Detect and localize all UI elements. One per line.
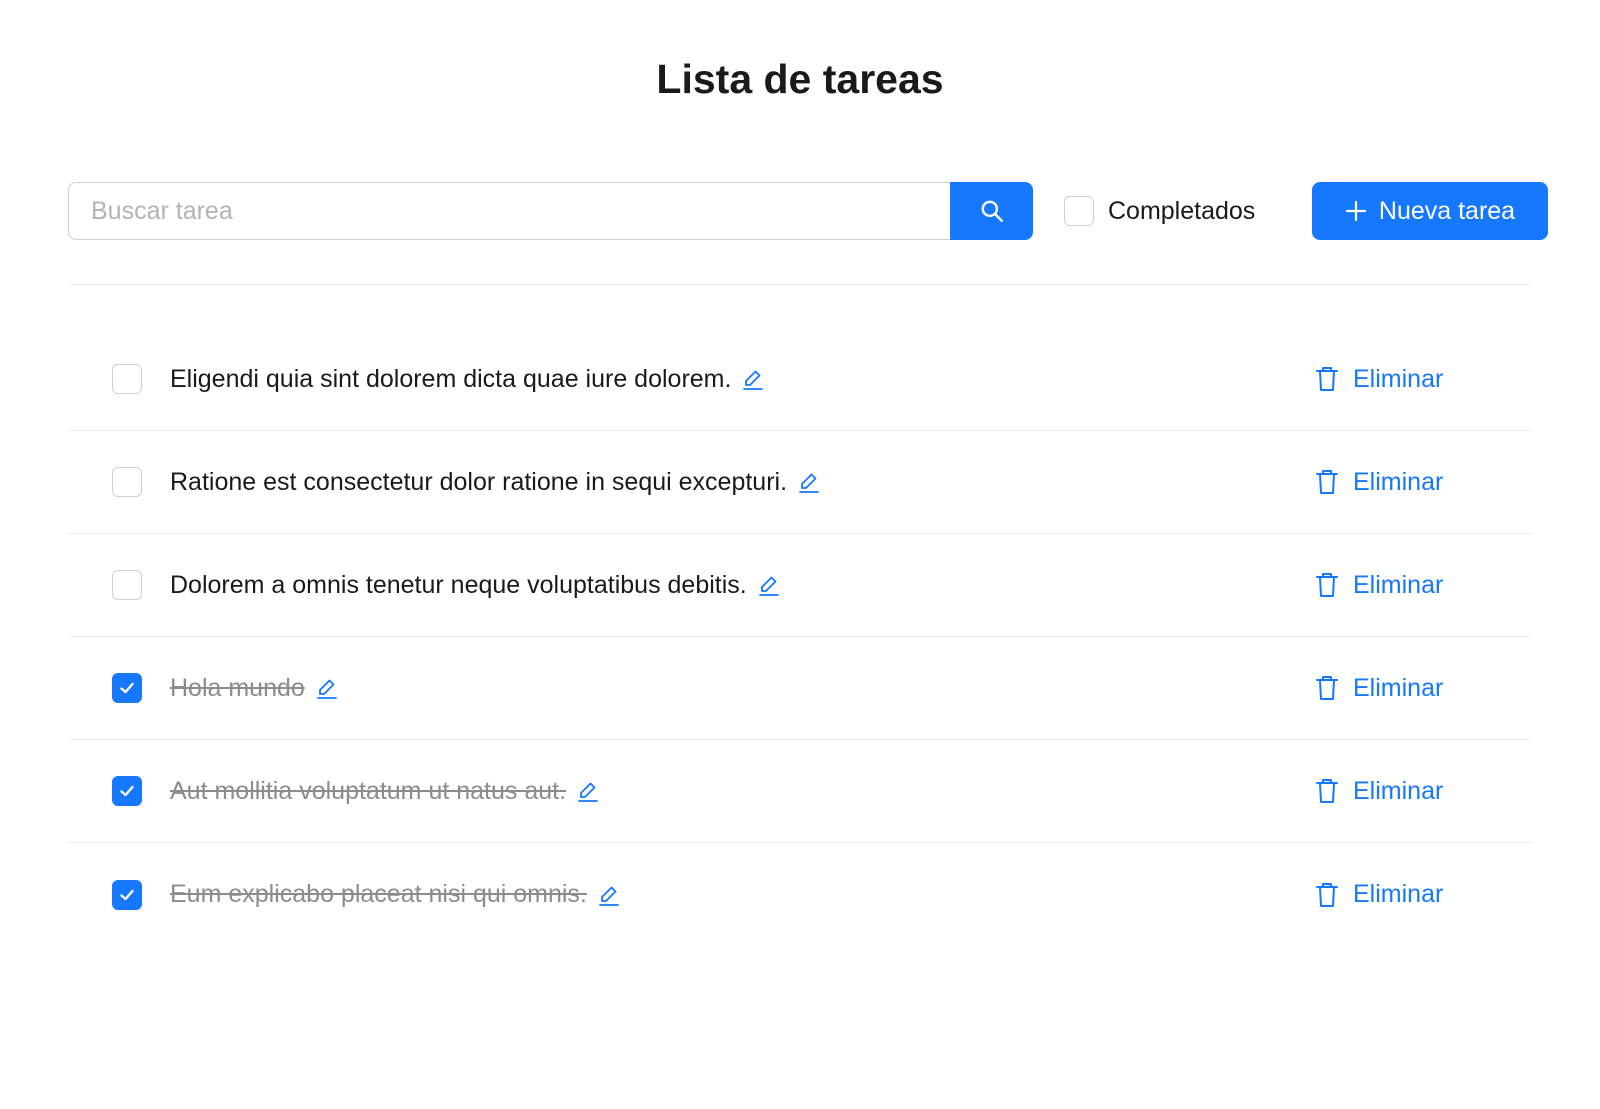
search-bar [68, 182, 1033, 240]
delete-button[interactable]: Eliminar [1315, 328, 1443, 430]
task-row: Aut mollitia voluptatum ut natus aut. El… [68, 740, 1532, 843]
delete-button[interactable]: Eliminar [1315, 637, 1443, 739]
delete-button[interactable]: Eliminar [1315, 431, 1443, 533]
search-icon [981, 200, 1003, 222]
task-list: Eligendi quia sint dolorem dicta quae iu… [68, 328, 1532, 946]
edit-icon[interactable] [597, 883, 621, 907]
plus-icon [1345, 200, 1366, 222]
page-title: Lista de tareas [656, 56, 944, 102]
search-button[interactable] [950, 182, 1033, 240]
task-row: Ratione est consectetur dolor ratione in… [68, 431, 1532, 534]
delete-button[interactable]: Eliminar [1315, 534, 1443, 636]
task-text: Aut mollitia voluptatum ut natus aut. [170, 776, 567, 805]
delete-button[interactable]: Eliminar [1315, 843, 1443, 946]
edit-icon[interactable] [757, 573, 781, 597]
completed-filter-label: Completados [1108, 196, 1256, 225]
search-input[interactable] [68, 182, 950, 240]
trash-icon [1316, 779, 1338, 803]
task-row: Eum explicabo placeat nisi qui omnis. El… [68, 843, 1532, 946]
edit-icon[interactable] [576, 779, 600, 803]
task-row: Hola mundo Eliminar [68, 637, 1532, 740]
edit-icon[interactable] [741, 367, 765, 391]
task-row: Dolorem a omnis tenetur neque voluptatib… [68, 534, 1532, 637]
delete-label: Eliminar [1353, 364, 1444, 393]
task-row: Eligendi quia sint dolorem dicta quae iu… [68, 328, 1532, 431]
check-icon [120, 682, 134, 694]
task-text: Eligendi quia sint dolorem dicta quae iu… [170, 364, 732, 393]
edit-icon[interactable] [797, 470, 821, 494]
task-checkbox[interactable] [112, 776, 142, 806]
delete-button[interactable]: Eliminar [1315, 740, 1443, 842]
task-text: Hola mundo [170, 673, 305, 702]
trash-icon [1316, 573, 1338, 597]
delete-label: Eliminar [1353, 776, 1444, 805]
task-checkbox[interactable] [112, 879, 142, 910]
task-checkbox[interactable] [112, 467, 142, 497]
divider [68, 284, 1532, 285]
task-checkbox[interactable] [112, 570, 142, 600]
trash-icon [1316, 470, 1338, 494]
check-icon [120, 785, 134, 797]
delete-label: Eliminar [1353, 673, 1444, 702]
trash-icon [1316, 676, 1338, 700]
task-checkbox[interactable] [112, 364, 142, 394]
delete-label: Eliminar [1353, 880, 1444, 908]
task-text: Dolorem a omnis tenetur neque voluptatib… [170, 570, 747, 599]
delete-label: Eliminar [1353, 467, 1444, 496]
toolbar: Completados Nueva tarea [68, 182, 1548, 240]
new-task-button[interactable]: Nueva tarea [1312, 182, 1548, 240]
completed-filter-checkbox[interactable] [1064, 196, 1094, 226]
completed-filter[interactable]: Completados [1064, 194, 1255, 228]
trash-icon [1316, 882, 1338, 907]
task-text: Ratione est consectetur dolor ratione in… [170, 467, 788, 496]
new-task-label: Nueva tarea [1378, 196, 1516, 225]
check-icon [120, 889, 134, 900]
trash-icon [1316, 367, 1338, 391]
delete-label: Eliminar [1353, 570, 1444, 599]
edit-icon[interactable] [315, 676, 339, 700]
task-text: Eum explicabo placeat nisi qui omnis. [170, 880, 587, 908]
task-checkbox[interactable] [112, 673, 142, 703]
